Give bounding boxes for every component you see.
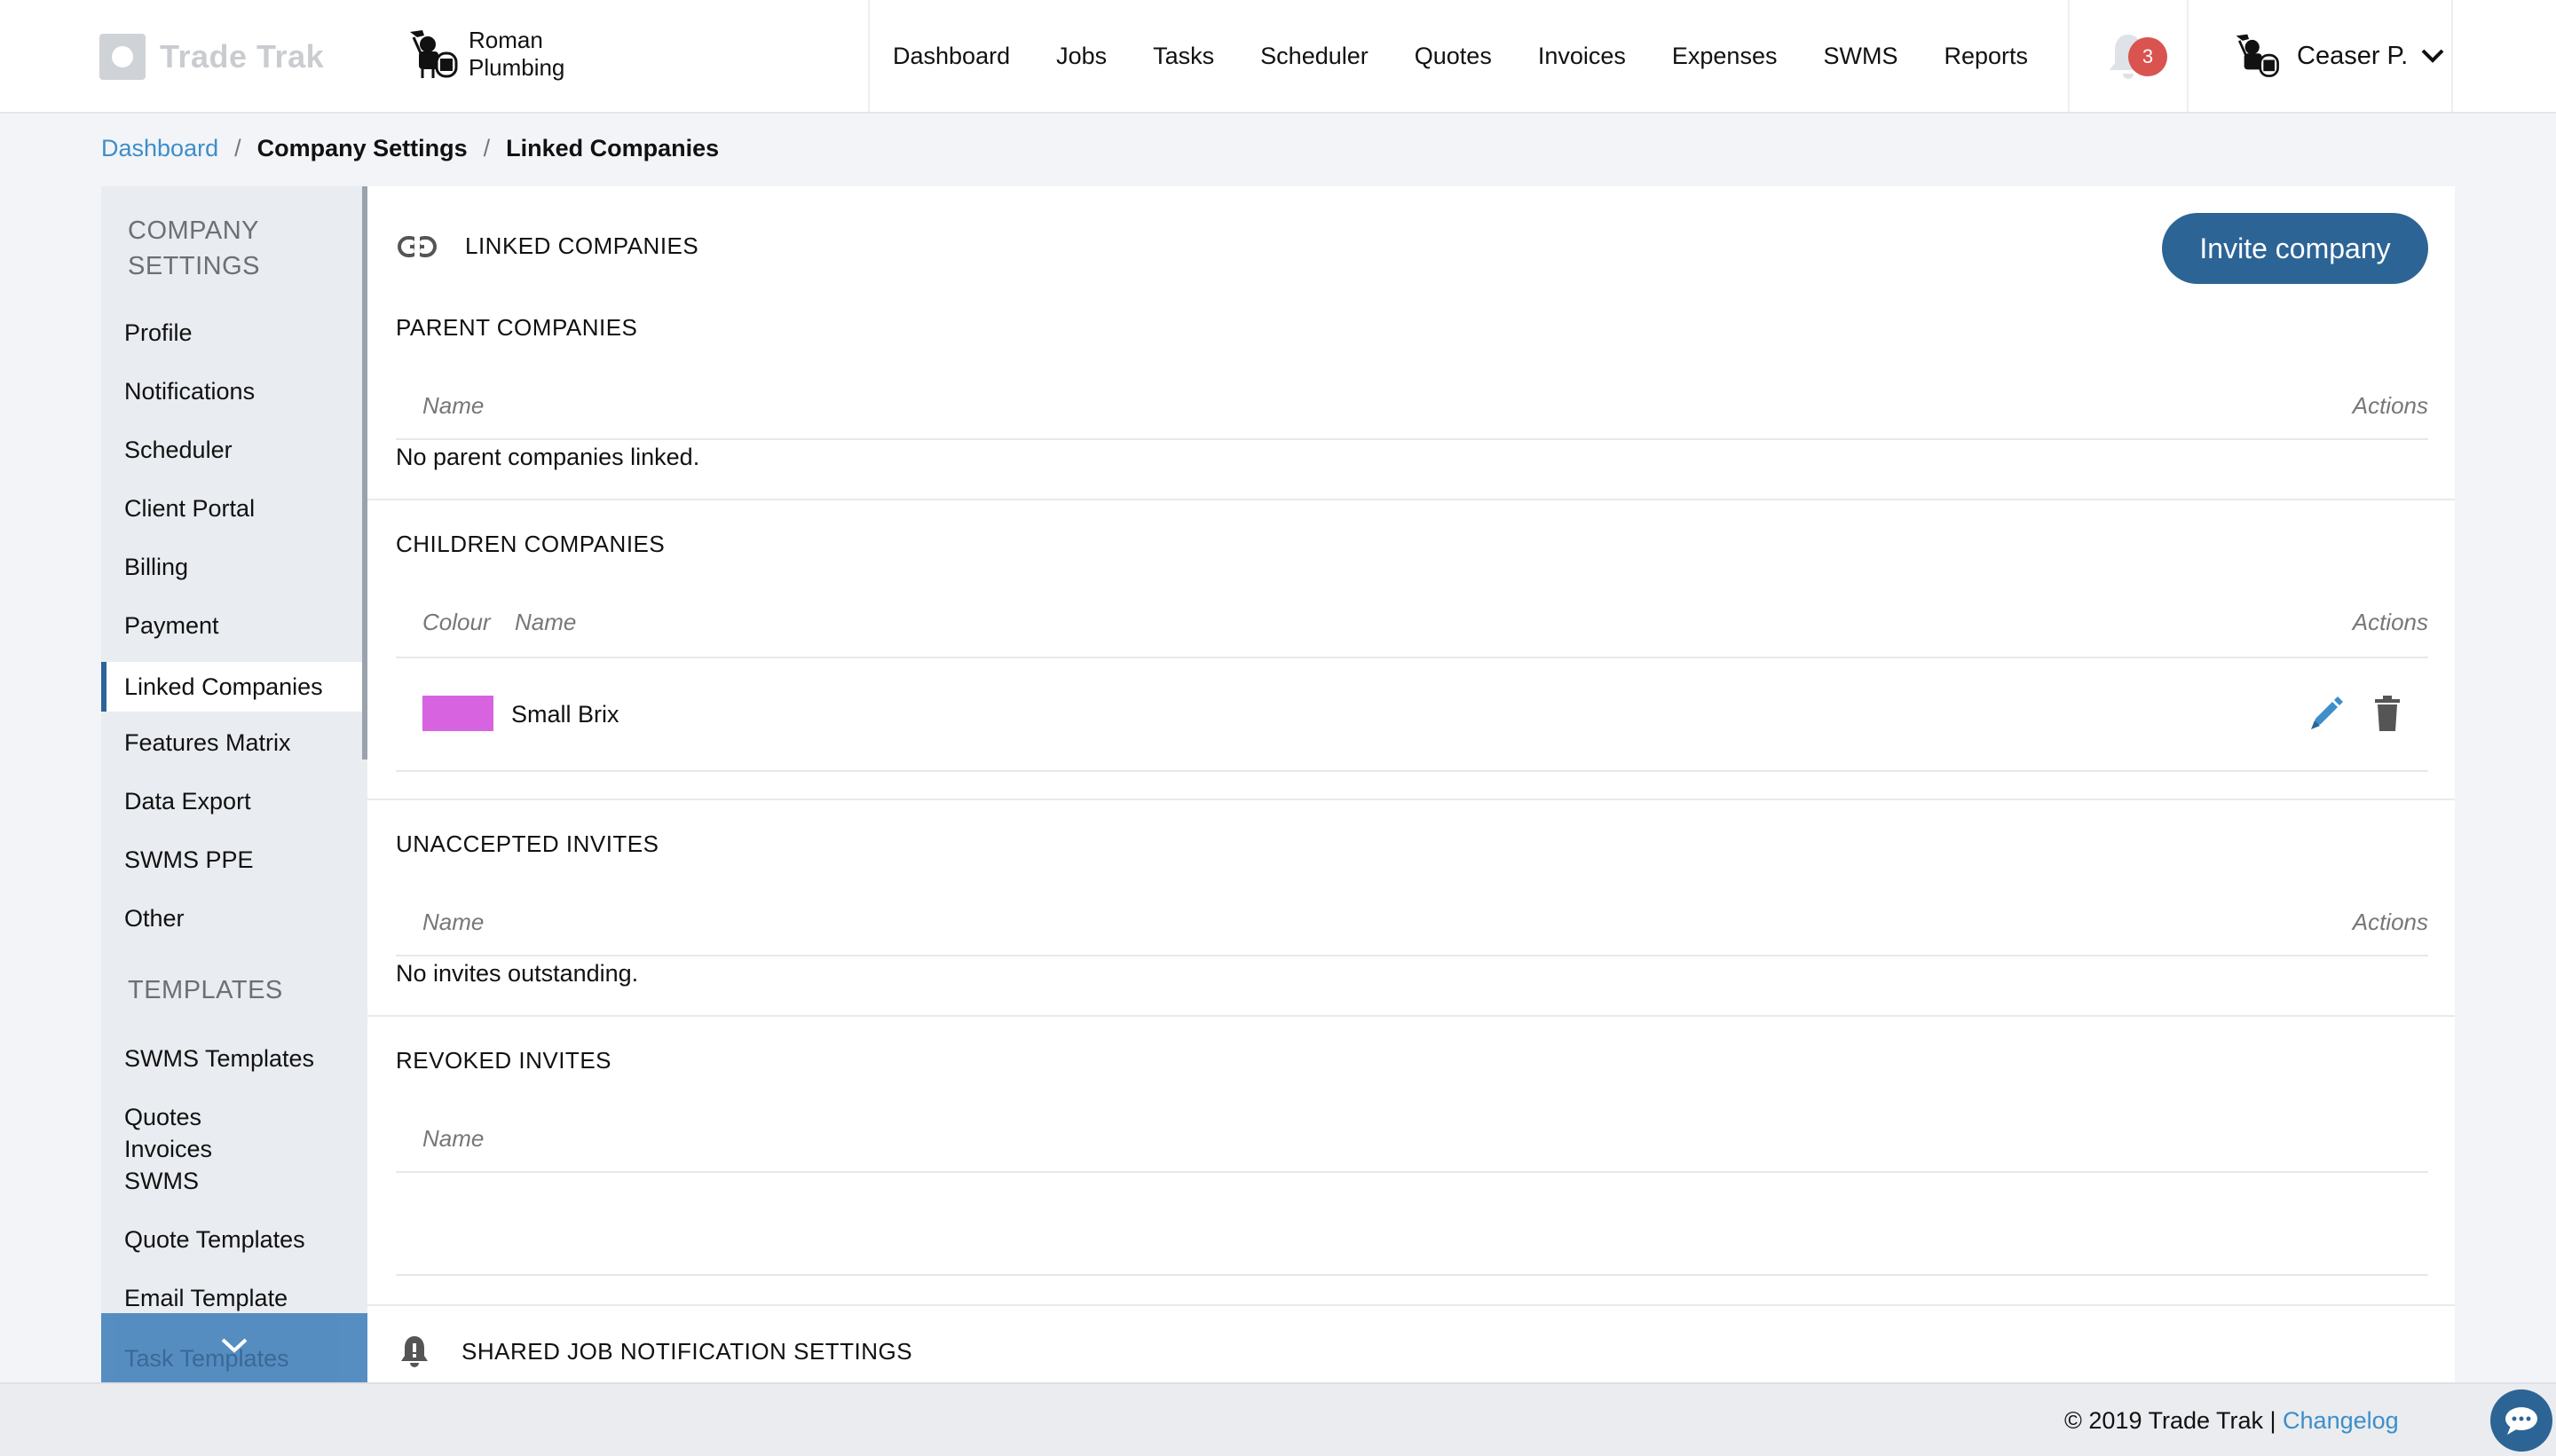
nav-dashboard[interactable]: Dashboard — [870, 0, 1033, 112]
table-header-divider — [396, 955, 2428, 956]
sidebar-expand-button[interactable]: Task Templates — [101, 1313, 367, 1384]
pencil-icon[interactable] — [2308, 694, 2343, 733]
children-companies-title: CHILDREN COMPANIES — [396, 531, 666, 557]
breadcrumb-separator: / — [234, 135, 241, 161]
shared-notification-title: SHARED JOB NOTIFICATION SETTINGS — [462, 1337, 913, 1365]
breadcrumb-dashboard[interactable]: Dashboard — [101, 135, 218, 162]
footer-text: © 2019 Trade Trak | Changelog — [2064, 1407, 2399, 1435]
sidebar-item-features-matrix[interactable]: Features Matrix — [101, 729, 362, 757]
company-name-cell: Small Brix — [511, 701, 619, 728]
settings-sidebar: COMPANY SETTINGS Profile Notifications S… — [101, 186, 367, 1382]
sidebar-item-client-portal[interactable]: Client Portal — [101, 495, 362, 523]
breadcrumb-separator: / — [483, 135, 491, 161]
shared-notification-header: SHARED JOB NOTIFICATION SETTINGS — [399, 1334, 912, 1368]
table-row-divider — [396, 770, 2428, 772]
nav-jobs[interactable]: Jobs — [1033, 0, 1130, 112]
chat-icon — [2505, 1407, 2537, 1435]
company-name-line1: Roman — [469, 27, 543, 53]
section-divider — [367, 1015, 2455, 1017]
sidebar-item-email-template[interactable]: Email Template — [101, 1285, 362, 1312]
brand-name: Trade Trak — [160, 38, 325, 75]
unaccepted-invites-title: UNACCEPTED INVITES — [396, 830, 659, 857]
sidebar-item-profile[interactable]: Profile — [101, 319, 362, 347]
chevron-down-icon — [221, 1338, 248, 1353]
sidebar-item-billing[interactable]: Billing — [101, 554, 362, 581]
chat-button[interactable] — [2490, 1389, 2552, 1452]
section-divider — [367, 799, 2455, 800]
notification-count-badge: 3 — [2128, 37, 2167, 76]
revoked-invites-title: REVOKED INVITES — [396, 1047, 611, 1074]
user-menu[interactable]: Ceaser P. — [2189, 0, 2453, 112]
main-nav: Dashboard Jobs Tasks Scheduler Quotes In… — [868, 0, 2051, 112]
unaccepted-col-name: Name — [422, 909, 485, 935]
sidebar-item-swms-ppe[interactable]: SWMS PPE — [101, 846, 362, 874]
sidebar-heading-settings-1: COMPANY — [128, 216, 259, 245]
children-col-actions: Actions — [2352, 609, 2428, 635]
sidebar-heading-settings-2: SETTINGS — [128, 252, 261, 280]
parent-col-name: Name — [422, 392, 485, 419]
footer: © 2019 Trade Trak | Changelog — [0, 1382, 2556, 1456]
section-divider — [367, 1304, 2455, 1306]
nav-invoices[interactable]: Invoices — [1515, 0, 1649, 112]
revoked-col-name: Name — [422, 1125, 485, 1152]
invite-company-button[interactable]: Invite company — [2162, 213, 2428, 284]
trash-icon[interactable] — [2370, 694, 2405, 733]
bell-icon — [401, 1336, 428, 1367]
notifications-button[interactable]: 3 — [2068, 0, 2189, 112]
unaccepted-empty-message: No invites outstanding. — [396, 960, 639, 987]
sidebar-item-payment[interactable]: Payment — [101, 612, 362, 640]
company-switcher[interactable]: Roman Plumbing — [405, 27, 564, 82]
parent-empty-message: No parent companies linked. — [396, 444, 700, 470]
sidebar-item-task-templates[interactable]: Task Templates — [124, 1345, 289, 1373]
parent-companies-title: PARENT COMPANIES — [396, 314, 638, 341]
user-name: Ceaser P. — [2297, 41, 2409, 70]
sidebar-item-quotes[interactable]: Quotes — [101, 1104, 362, 1131]
nav-quotes[interactable]: Quotes — [1392, 0, 1515, 112]
linked-companies-panel: LINKED COMPANIES Invite company PARENT C… — [367, 186, 2455, 1382]
table-header-divider — [396, 657, 2428, 658]
parent-col-actions: Actions — [2352, 392, 2428, 419]
company-name-line2: Plumbing — [469, 54, 565, 81]
section-divider — [367, 499, 2455, 500]
changelog-link[interactable]: Changelog — [2283, 1407, 2399, 1434]
plumber-logo-icon — [405, 27, 463, 82]
nav-reports[interactable]: Reports — [1921, 0, 2051, 112]
company-colour-swatch — [422, 696, 493, 731]
breadcrumb: Dashboard / Company Settings / Linked Co… — [101, 135, 719, 162]
top-bar: Trade Trak Roman Plumbing Dashboard Jobs… — [0, 0, 2556, 114]
nav-swms[interactable]: SWMS — [1800, 0, 1921, 112]
brand-logo-icon — [99, 34, 146, 80]
breadcrumb-current: Linked Companies — [506, 135, 720, 161]
children-col-colour: Colour — [422, 609, 491, 635]
table-header-divider — [396, 438, 2428, 440]
copyright-text: © 2019 Trade Trak | — [2064, 1407, 2276, 1434]
panel-header: LINKED COMPANIES — [398, 232, 698, 260]
brand[interactable]: Trade Trak — [99, 34, 324, 80]
table-bottom-divider — [396, 1274, 2428, 1276]
sidebar-item-quote-templates[interactable]: Quote Templates — [101, 1226, 362, 1254]
nav-tasks[interactable]: Tasks — [1130, 0, 1237, 112]
unaccepted-col-actions: Actions — [2352, 909, 2428, 935]
sidebar-item-swms[interactable]: SWMS — [101, 1168, 362, 1195]
sidebar-heading-templates: TEMPLATES — [128, 976, 283, 1004]
sidebar-item-notifications[interactable]: Notifications — [101, 378, 362, 405]
sidebar-item-swms-templates[interactable]: SWMS Templates — [101, 1045, 362, 1073]
sidebar-item-data-export[interactable]: Data Export — [101, 788, 362, 815]
children-col-name: Name — [515, 609, 577, 635]
chevron-down-icon — [2421, 49, 2444, 63]
avatar-icon — [2236, 34, 2279, 77]
sidebar-item-scheduler[interactable]: Scheduler — [101, 437, 362, 464]
link-icon — [398, 234, 437, 258]
page-title: LINKED COMPANIES — [465, 232, 699, 259]
sidebar-item-other[interactable]: Other — [101, 905, 362, 933]
sidebar-item-linked-companies[interactable]: Linked Companies — [101, 662, 362, 712]
sidebar-item-invoices[interactable]: Invoices — [101, 1136, 362, 1163]
table-header-divider — [396, 1171, 2428, 1173]
nav-scheduler[interactable]: Scheduler — [1237, 0, 1392, 112]
breadcrumb-company-settings[interactable]: Company Settings — [257, 135, 468, 162]
nav-expenses[interactable]: Expenses — [1649, 0, 1801, 112]
